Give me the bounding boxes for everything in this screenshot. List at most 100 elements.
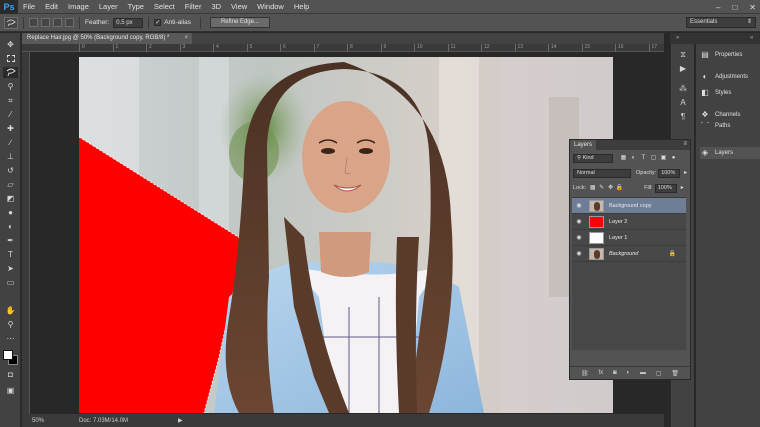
layer-row[interactable]: ◉ Layer 1 <box>572 230 686 246</box>
visibility-eye-icon[interactable]: ◉ <box>572 202 586 209</box>
clone-stamp-tool-icon[interactable]: ⊥ <box>3 151 18 162</box>
menu-window[interactable]: Window <box>252 0 289 14</box>
lock-position-icon[interactable]: ✥ <box>606 184 615 193</box>
menu-file[interactable]: File <box>18 0 40 14</box>
more-tools-icon[interactable]: ⋯ <box>3 333 18 344</box>
layer-name[interactable]: Layer 1 <box>609 235 627 241</box>
layer-name[interactable]: Background copy <box>609 203 652 209</box>
menu-type[interactable]: Type <box>123 0 149 14</box>
visibility-eye-icon[interactable]: ◉ <box>572 250 586 257</box>
fill-input[interactable]: 100% <box>654 183 677 193</box>
visibility-eye-icon[interactable]: ◉ <box>572 218 586 225</box>
collapse-icon[interactable]: « <box>750 35 753 41</box>
add-mask-icon[interactable]: ◙ <box>613 370 617 376</box>
adjustment-filter-icon[interactable]: ◐ <box>629 154 638 163</box>
maximize-button[interactable]: □ <box>732 3 737 12</box>
document-canvas[interactable] <box>79 57 613 413</box>
eyedropper-tool-icon[interactable]: ⁄ <box>3 109 18 120</box>
gradient-tool-icon[interactable]: ◩ <box>3 193 18 204</box>
layers-tab[interactable]: Layers <box>570 140 596 150</box>
menu-edit[interactable]: Edit <box>40 0 63 14</box>
layer-row[interactable]: ◉ Layer 2 <box>572 214 686 230</box>
marquee-tool-icon[interactable] <box>3 53 18 64</box>
quick-selection-tool-icon[interactable]: ⚲ <box>3 81 18 92</box>
dodge-tool-icon[interactable]: ◐ <box>3 221 18 232</box>
menu-layer[interactable]: Layer <box>94 0 123 14</box>
pixel-filter-icon[interactable]: ▦ <box>619 154 628 163</box>
styles-panel-tab[interactable]: ◧ Styles <box>700 87 760 99</box>
antialias-checkbox[interactable]: ✓ <box>154 19 162 26</box>
close-button[interactable]: ✕ <box>749 3 756 12</box>
zoom-level[interactable]: 50% <box>22 418 67 424</box>
layer-row[interactable]: ◉ Background copy <box>572 198 686 214</box>
feather-input[interactable]: 0.5 px <box>113 17 144 28</box>
move-tool-icon[interactable]: ✥ <box>3 39 18 50</box>
delete-layer-icon[interactable]: 🗑 <box>671 370 679 377</box>
brush-panel-icon[interactable]: ⁂ <box>678 84 688 94</box>
menu-select[interactable]: Select <box>149 0 180 14</box>
new-layer-icon[interactable]: ▢ <box>656 370 662 377</box>
hand-tool-icon[interactable]: ✋ <box>3 305 18 316</box>
panel-menu-icon[interactable]: ≡ <box>683 141 687 147</box>
actions-panel-icon[interactable]: ▶ <box>678 64 688 74</box>
adjustment-layer-icon[interactable]: ◐ <box>626 370 630 376</box>
opacity-dropdown-icon[interactable]: ▸ <box>681 169 690 178</box>
properties-panel-tab[interactable]: ▤ Properties <box>700 49 760 61</box>
type-tool-icon[interactable]: T <box>3 249 18 260</box>
foreground-color-swatch[interactable] <box>3 350 13 360</box>
pen-tool-icon[interactable]: ✒ <box>3 235 18 246</box>
zoom-tool-icon[interactable]: ⚲ <box>3 319 18 330</box>
channels-panel-tab[interactable]: ❖ Channels <box>700 109 760 121</box>
lasso-tool-preset-icon[interactable] <box>4 16 18 29</box>
document-tab[interactable]: Replace Hair.jpg @ 50% (Background copy,… <box>22 33 192 44</box>
layer-name[interactable]: Layer 2 <box>609 219 627 225</box>
paths-panel-tab[interactable]: ⌒ Paths <box>700 122 760 130</box>
eraser-tool-icon[interactable]: ▱ <box>3 179 18 190</box>
minimize-button[interactable]: – <box>716 3 720 12</box>
intersect-selection-icon[interactable] <box>65 18 74 27</box>
new-selection-icon[interactable] <box>29 18 38 27</box>
history-brush-tool-icon[interactable]: ↺ <box>3 165 18 176</box>
blur-tool-icon[interactable]: ● <box>3 207 18 218</box>
character-panel-icon[interactable]: A <box>678 98 688 108</box>
menu-3d[interactable]: 3D <box>206 0 226 14</box>
layer-row[interactable]: ◉ Background 🔒 <box>572 246 686 262</box>
visibility-eye-icon[interactable]: ◉ <box>572 234 586 241</box>
menu-image[interactable]: Image <box>63 0 94 14</box>
workspace-select[interactable]: Essentials ⇕ <box>686 17 756 28</box>
opacity-input[interactable]: 100% <box>658 168 681 178</box>
screen-mode-icon[interactable]: ▣ <box>3 385 18 396</box>
layer-name[interactable]: Background <box>609 251 638 257</box>
subtract-selection-icon[interactable] <box>53 18 62 27</box>
adjustments-panel-tab[interactable]: ◐ Adjustments <box>700 71 760 83</box>
menu-filter[interactable]: Filter <box>180 0 207 14</box>
layer-style-icon[interactable]: fx <box>598 370 603 376</box>
path-selection-tool-icon[interactable]: ➤ <box>3 263 18 274</box>
shape-filter-icon[interactable]: ▢ <box>649 154 658 163</box>
link-layers-icon[interactable]: ⛓ <box>581 370 589 377</box>
history-panel-icon[interactable]: ⧖ <box>678 50 688 60</box>
close-tab-icon[interactable]: × <box>184 33 188 44</box>
healing-brush-tool-icon[interactable]: ✚ <box>3 123 18 134</box>
crop-tool-icon[interactable]: ⌗ <box>3 95 18 106</box>
lasso-tool-icon[interactable] <box>3 67 18 78</box>
quick-mask-icon[interactable]: ◘ <box>3 369 18 380</box>
smart-object-filter-icon[interactable]: ▣ <box>659 154 668 163</box>
layers-panel-tab[interactable]: ◈ Layers <box>700 147 760 159</box>
lock-pixels-icon[interactable]: ✎ <box>597 184 606 193</box>
filter-kind-select[interactable]: ⚲ Kind <box>573 153 613 163</box>
refine-edge-button[interactable]: Refine Edge... <box>209 17 270 28</box>
brush-tool-icon[interactable]: ∕ <box>3 137 18 148</box>
menu-help[interactable]: Help <box>289 0 314 14</box>
collapse-icon[interactable]: » <box>676 35 679 41</box>
blend-mode-select[interactable]: Normal <box>573 168 631 178</box>
filter-toggle-icon[interactable]: ● <box>669 154 678 163</box>
type-filter-icon[interactable]: T <box>639 154 648 163</box>
rectangle-tool-icon[interactable]: ▭ <box>3 277 18 288</box>
lock-all-icon[interactable]: 🔒 <box>615 184 624 193</box>
fill-dropdown-icon[interactable]: ▸ <box>678 184 687 193</box>
menu-view[interactable]: View <box>226 0 252 14</box>
new-group-icon[interactable]: ▬ <box>640 370 646 376</box>
add-selection-icon[interactable] <box>41 18 50 27</box>
status-menu-icon[interactable]: ▶ <box>178 417 183 424</box>
